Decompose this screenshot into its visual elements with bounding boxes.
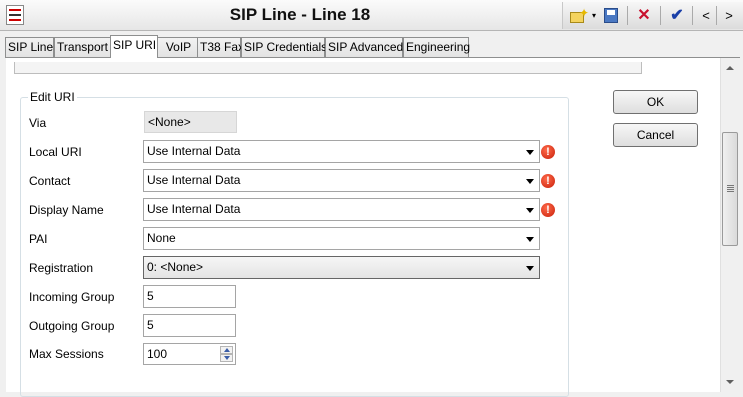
scroll-up-icon[interactable] (721, 60, 740, 77)
contact-label: Contact (29, 174, 71, 188)
chevron-down-icon (526, 237, 534, 242)
grip-icon (727, 185, 734, 186)
delete-icon[interactable]: ✕ (634, 5, 654, 26)
scroll-down-icon[interactable] (721, 374, 740, 391)
spin-down-icon[interactable] (220, 354, 233, 362)
local-uri-select[interactable]: Use Internal Data (143, 140, 540, 163)
via-label: Via (29, 116, 47, 130)
contact-value: Use Internal Data (147, 173, 241, 187)
chevron-down-icon (526, 150, 534, 155)
pai-value: None (147, 231, 176, 245)
toolbar-divider (716, 6, 717, 25)
tab-sip-credentials[interactable]: SIP Credentials (241, 37, 327, 57)
warning-icon: ! (541, 203, 555, 217)
cancel-button[interactable]: Cancel (613, 123, 698, 147)
pai-label: PAI (29, 232, 48, 246)
next-icon[interactable]: > (721, 5, 737, 26)
tab-sip-uri[interactable]: SIP URI (110, 35, 158, 58)
window-title: SIP Line - Line 18 (229, 5, 371, 24)
tab-voip[interactable]: VoIP (157, 37, 200, 57)
max-sessions-stepper[interactable]: 100 (143, 343, 236, 365)
new-dropdown-icon[interactable]: ▾ (590, 5, 598, 26)
tab-transport[interactable]: Transport (54, 37, 111, 57)
toolbar-divider (660, 6, 661, 25)
uri-list-strip (14, 62, 642, 74)
outgoing-group-input[interactable]: 5 (143, 314, 236, 337)
incoming-group-input[interactable]: 5 (143, 285, 236, 308)
display-name-select[interactable]: Use Internal Data (143, 198, 540, 221)
save-icon[interactable] (601, 5, 621, 26)
tab-t38-fax[interactable]: T38 Fax (197, 37, 244, 57)
local-uri-label: Local URI (29, 145, 82, 159)
title-bar: SIP Line - Line 18 ✦ ▾ ✕ ✔ < > (0, 0, 743, 31)
ok-button[interactable]: OK (613, 90, 698, 114)
registration-label: Registration (29, 261, 94, 275)
local-uri-value: Use Internal Data (147, 144, 241, 158)
toolbar: ✦ ▾ ✕ ✔ < > (562, 2, 743, 29)
toolbar-divider (692, 6, 693, 25)
previous-icon[interactable]: < (698, 5, 714, 26)
tab-sip-line[interactable]: SIP Line (5, 37, 54, 57)
spin-up-icon[interactable] (220, 346, 233, 354)
group-title: Edit URI (28, 90, 77, 104)
tab-engineering[interactable]: Engineering (403, 37, 470, 57)
chevron-down-icon (526, 208, 534, 213)
max-sessions-label: Max Sessions (29, 347, 104, 361)
chevron-down-icon (526, 266, 534, 271)
vertical-scrollbar[interactable] (720, 58, 740, 392)
tab-sip-advanced[interactable]: SIP Advanced (325, 37, 403, 57)
scrollbar-thumb[interactable] (722, 132, 738, 246)
chevron-down-icon (526, 179, 534, 184)
warning-icon: ! (541, 145, 555, 159)
toolbar-divider (627, 6, 628, 25)
pai-select[interactable]: None (143, 227, 540, 250)
new-item-icon[interactable]: ✦ (567, 5, 589, 26)
warning-icon: ! (541, 174, 555, 188)
checkmark-icon[interactable]: ✔ (667, 5, 687, 26)
outgoing-group-label: Outgoing Group (29, 319, 115, 333)
display-name-label: Display Name (29, 203, 104, 217)
registration-select[interactable]: 0: <None> (143, 256, 540, 279)
display-name-value: Use Internal Data (147, 202, 241, 216)
max-sessions-value: 100 (147, 347, 168, 361)
incoming-group-label: Incoming Group (29, 290, 115, 304)
contact-select[interactable]: Use Internal Data (143, 169, 540, 192)
registration-value: 0: <None> (147, 260, 204, 274)
via-field: <None> (144, 111, 237, 133)
